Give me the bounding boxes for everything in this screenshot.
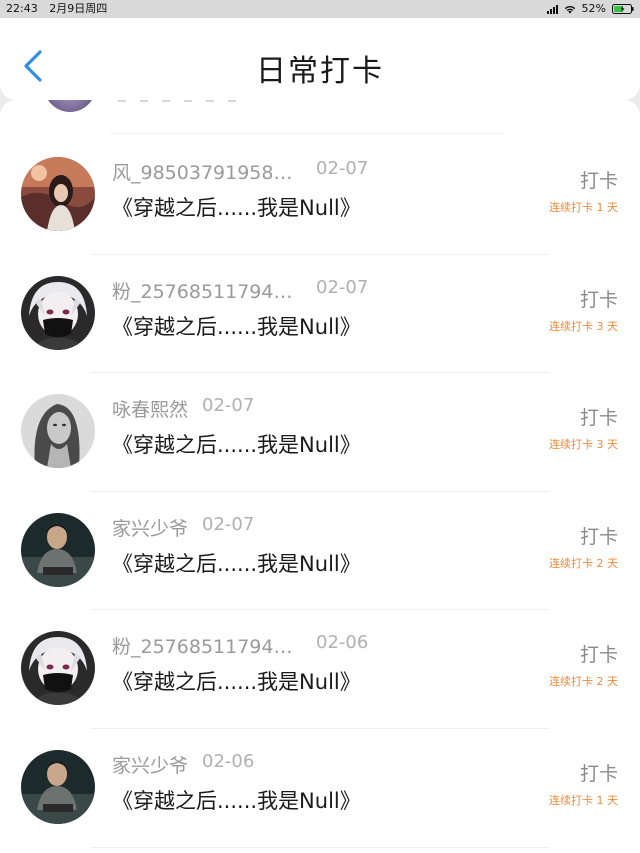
book-title[interactable]: 《穿越之后......我是Null》	[112, 785, 361, 815]
list-item[interactable]: 家兴少爷 02-07 《穿越之后......我是Null》 打卡连续打卡 2 天	[0, 492, 640, 610]
streak-label: 连续打卡 2 天	[549, 556, 618, 570]
streak-label: 连续打卡 1 天	[549, 794, 618, 807]
list-item-meta: 咏春熙然 02-07	[112, 395, 254, 422]
divider	[110, 133, 505, 134]
book-title[interactable]: 《穿越之后......我是Null》	[112, 429, 361, 459]
status-date: 2月9日周四	[49, 2, 108, 15]
list-item[interactable]: 粉_257685117942... 02-06 《穿越之后......我是Null》…	[0, 610, 640, 728]
avatar-image	[21, 157, 95, 231]
checkin-date: 02-07	[202, 395, 255, 417]
checkin-date: 02-07	[202, 513, 255, 535]
avatar-image	[21, 394, 95, 469]
status-time: 22:43	[6, 2, 38, 15]
list-item[interactable]: 风_985037919588... 02-07 《穿越之后......我是Null》…	[0, 136, 640, 254]
avatar	[44, 100, 96, 112]
wifi-icon	[564, 5, 575, 14]
status-bar: 22:43 2月9日周四 52%	[0, 0, 640, 18]
page-title: 日常打卡	[256, 54, 384, 89]
status-bar-right: 52%	[546, 0, 634, 18]
avatar[interactable]	[21, 157, 95, 231]
checkin-button[interactable]: 打卡	[580, 403, 618, 430]
avatar[interactable]	[21, 631, 95, 706]
book-title[interactable]: 《穿越之后......我是Null》	[112, 548, 361, 578]
avatar-image	[21, 750, 95, 824]
streak-label: 连续打卡 2 天	[549, 675, 618, 689]
username[interactable]: 风_985037919588...	[112, 158, 302, 185]
avatar-image	[21, 275, 95, 350]
list-item-meta: 粉_257685117942... 02-06	[112, 632, 368, 659]
checkin-date: 02-06	[202, 751, 255, 772]
avatar-image	[21, 631, 95, 706]
divider	[90, 846, 550, 848]
checkin-date: 02-06	[316, 632, 369, 654]
list-item-meta: 家兴少爷 02-07	[112, 514, 254, 541]
header: 日常打卡	[0, 18, 640, 100]
list-item[interactable]: 粉_257685117942... 02-07 《穿越之后......我是Null》…	[0, 255, 640, 373]
checkin-button[interactable]: 打卡	[580, 285, 618, 312]
battery-charging-icon	[612, 4, 634, 14]
checkin-button[interactable]: 打卡	[580, 759, 618, 786]
list-item-meta: 风_985037919588... 02-07	[112, 158, 368, 185]
book-title[interactable]: 《穿越之后......我是Null》	[112, 192, 361, 222]
cellular-signal-icon	[546, 4, 558, 14]
avatar-image	[21, 512, 95, 587]
checkin-button[interactable]: 打卡	[580, 640, 618, 667]
avatar[interactable]	[21, 394, 95, 469]
checkin-date: 02-07	[316, 158, 369, 179]
status-bar-left: 22:43 2月9日周四	[6, 0, 115, 18]
checkin-button[interactable]: 打卡	[580, 522, 618, 549]
list-item[interactable]: 家兴少爷 02-06 《穿越之后......我是Null》 打卡连续打卡 1 天	[0, 729, 640, 847]
avatar[interactable]	[21, 275, 95, 350]
streak-label: 连续打卡 3 天	[549, 319, 618, 333]
username[interactable]: 咏春熙然	[112, 395, 188, 422]
checkin-date: 02-07	[316, 276, 369, 298]
checkin-button[interactable]: 打卡	[580, 166, 618, 193]
battery-percent: 52%	[581, 2, 606, 15]
book-title[interactable]: 《穿越之后......我是Null》	[112, 666, 361, 696]
username[interactable]: 家兴少爷	[112, 514, 188, 541]
partial-text	[118, 100, 248, 102]
username[interactable]: 粉_257685117942...	[112, 632, 302, 659]
username[interactable]: 家兴少爷	[112, 751, 188, 778]
list-item[interactable]: 咏春熙然 02-07 《穿越之后......我是Null》 打卡连续打卡 3 天	[0, 373, 640, 491]
avatar[interactable]	[21, 512, 95, 587]
streak-label: 连续打卡 3 天	[549, 438, 618, 452]
list-item-partial[interactable]	[0, 100, 640, 134]
checkin-list[interactable]: 风_985037919588... 02-07 《穿越之后......我是Null》…	[0, 100, 640, 853]
avatar[interactable]	[21, 750, 95, 824]
list-item-meta: 家兴少爷 02-06	[112, 751, 254, 778]
streak-label: 连续打卡 1 天	[549, 201, 618, 214]
list-item-meta: 粉_257685117942... 02-07	[112, 277, 368, 304]
username[interactable]: 粉_257685117942...	[112, 277, 302, 304]
book-title[interactable]: 《穿越之后......我是Null》	[112, 311, 361, 341]
